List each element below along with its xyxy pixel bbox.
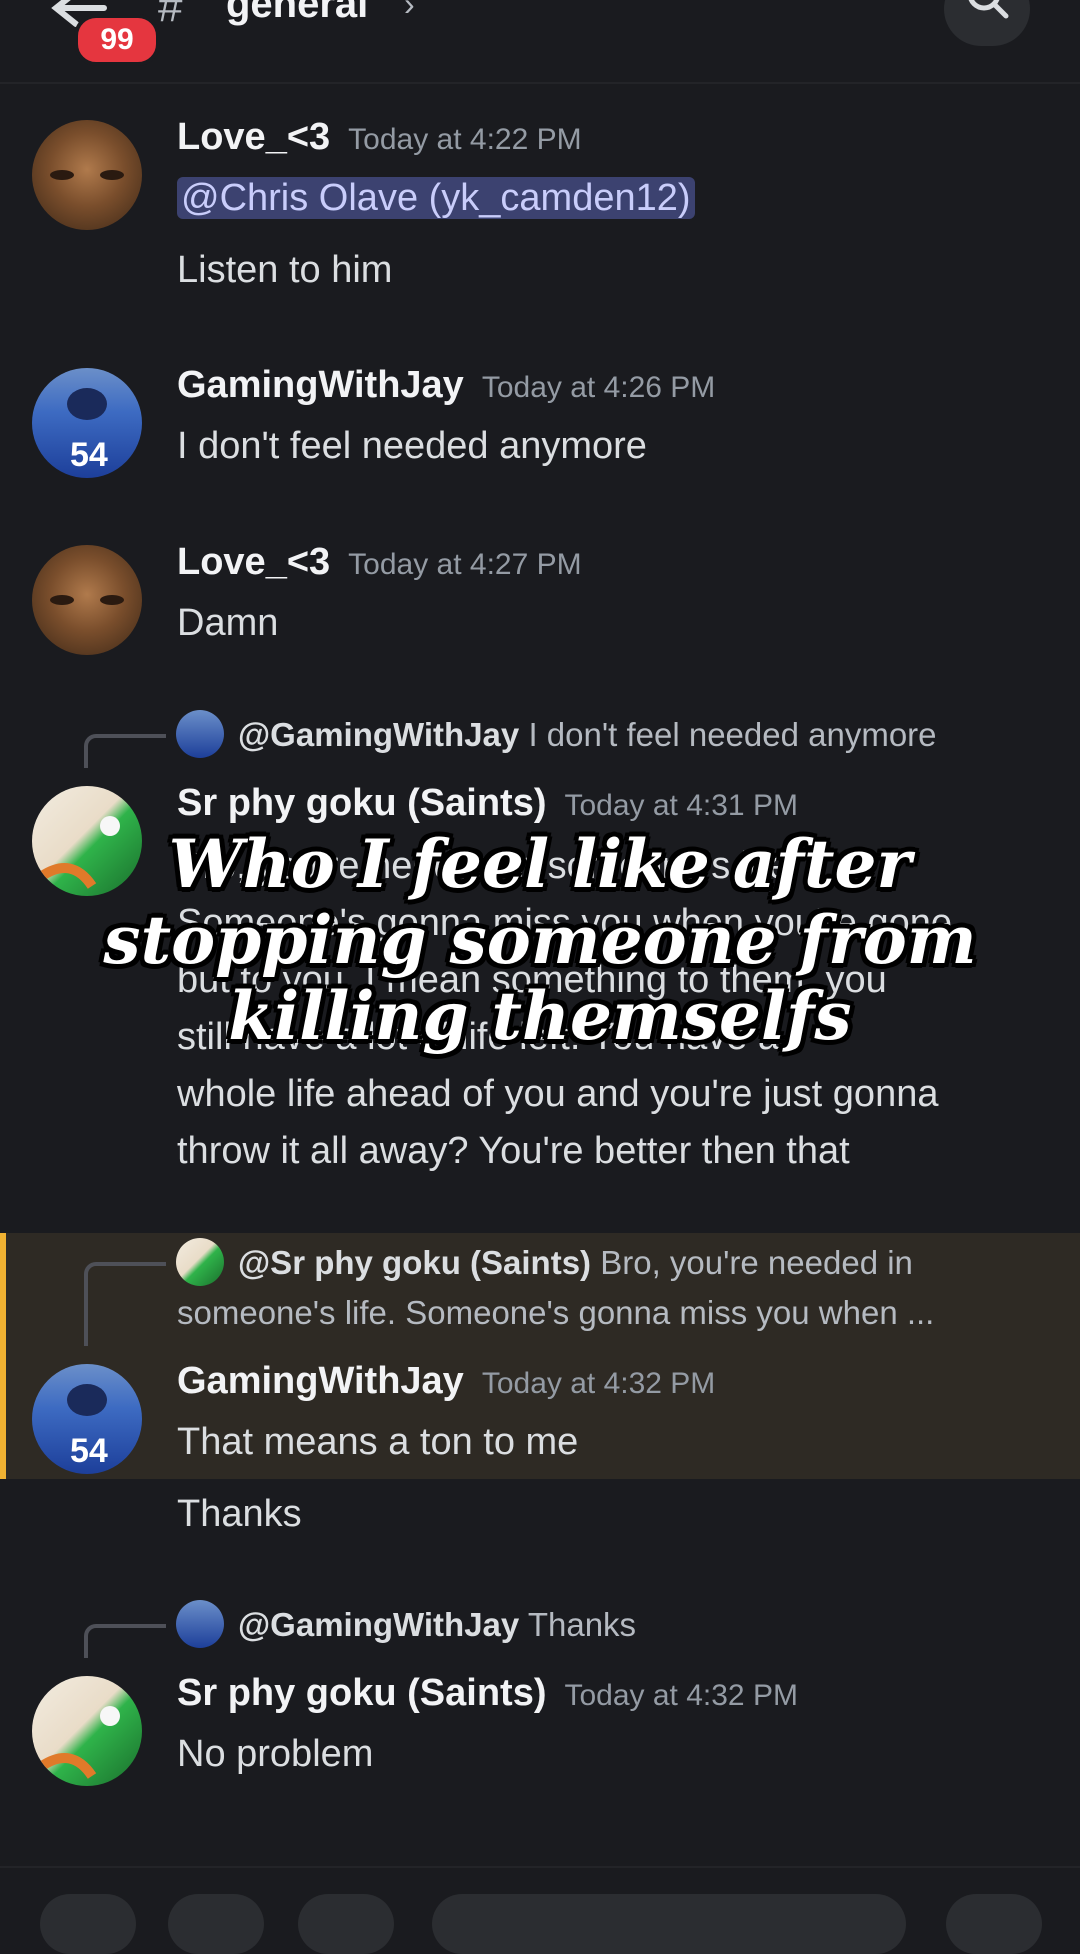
reply-connector xyxy=(84,1262,166,1346)
message-text: I don't feel needed anymore xyxy=(177,425,647,467)
reply-user: @GamingWithJay xyxy=(238,1606,520,1643)
message-text: whole life ahead of you and you're just … xyxy=(177,1073,939,1115)
overlay-caption: Who I feel like after stopping someone f… xyxy=(103,825,977,1055)
author-name[interactable]: Sr phy goku (Saints) Today at 4:31 PM xyxy=(177,782,798,825)
svg-text:54: 54 xyxy=(70,1432,108,1470)
mention-highlight-bar xyxy=(0,1233,6,1479)
avatar[interactable] xyxy=(32,120,142,230)
message-text: @Chris Olave (yk_camden12) xyxy=(177,170,695,227)
message-text: Damn xyxy=(177,602,279,644)
reply-avatar xyxy=(176,1600,224,1648)
timestamp: Today at 4:31 PM xyxy=(564,789,798,822)
timestamp: Today at 4:27 PM xyxy=(348,548,582,581)
svg-text:54: 54 xyxy=(70,436,108,474)
search-button[interactable] xyxy=(944,0,1030,46)
message-text: That means a ton to me xyxy=(177,1421,579,1463)
composer-bar xyxy=(0,1866,1080,1954)
reply-user: @Sr phy goku (Saints) xyxy=(238,1244,592,1281)
message-input[interactable] xyxy=(432,1894,906,1954)
add-button[interactable] xyxy=(40,1894,136,1954)
avatar[interactable]: 54 xyxy=(32,368,142,478)
voice-button[interactable] xyxy=(946,1894,1042,1954)
message-text: throw it all away? You're better then th… xyxy=(177,1130,850,1172)
reply-preview[interactable]: @GamingWithJay I don't feel needed anymo… xyxy=(238,716,937,754)
reply-snippet: I don't feel needed anymore xyxy=(528,716,937,753)
reply-user: @GamingWithJay xyxy=(238,716,520,753)
gift-button[interactable] xyxy=(298,1894,394,1954)
reply-snippet: Thanks xyxy=(527,1606,637,1643)
reply-preview[interactable]: @GamingWithJay Thanks xyxy=(238,1606,636,1644)
message-text: Listen to him xyxy=(177,249,393,291)
message-text: No problem xyxy=(177,1733,374,1775)
author-name[interactable]: GamingWithJay Today at 4:32 PM xyxy=(177,1360,715,1403)
reply-avatar xyxy=(176,710,224,758)
channel-name[interactable]: general xyxy=(226,0,368,27)
search-icon xyxy=(968,0,1009,19)
timestamp: Today at 4:32 PM xyxy=(564,1679,798,1712)
user-mention[interactable]: @Chris Olave (yk_camden12) xyxy=(177,177,695,219)
avatar[interactable]: 54 xyxy=(32,1364,142,1474)
timestamp: Today at 4:26 PM xyxy=(481,371,716,404)
reply-avatar xyxy=(176,1238,224,1286)
chevron-right-icon[interactable]: › xyxy=(404,0,415,23)
timestamp: Today at 4:32 PM xyxy=(481,1367,716,1400)
author-name[interactable]: Sr phy goku (Saints) Today at 4:32 PM xyxy=(177,1672,798,1715)
timestamp: Today at 4:22 PM xyxy=(348,123,582,156)
reply-connector xyxy=(84,1624,166,1658)
avatar[interactable] xyxy=(32,1676,142,1786)
author-name[interactable]: GamingWithJay Today at 4:26 PM xyxy=(177,364,715,407)
reply-snippet: Bro, you're needed in xyxy=(600,1244,913,1281)
author-name[interactable]: Love_<3 Today at 4:27 PM xyxy=(177,541,582,584)
reply-snippet-line2: someone's life. Someone's gonna miss you… xyxy=(177,1294,935,1331)
channel-header: 99 # general › xyxy=(0,0,1080,84)
avatar[interactable] xyxy=(32,545,142,655)
author-name[interactable]: Love_<3 Today at 4:22 PM xyxy=(177,116,582,159)
reply-connector xyxy=(84,734,166,768)
message-text: Thanks xyxy=(177,1493,302,1535)
channel-hash-icon: # xyxy=(158,0,183,31)
unread-badge: 99 xyxy=(74,14,160,66)
reply-preview[interactable]: @Sr phy goku (Saints) Bro, you're needed… xyxy=(238,1244,913,1282)
apps-button[interactable] xyxy=(168,1894,264,1954)
